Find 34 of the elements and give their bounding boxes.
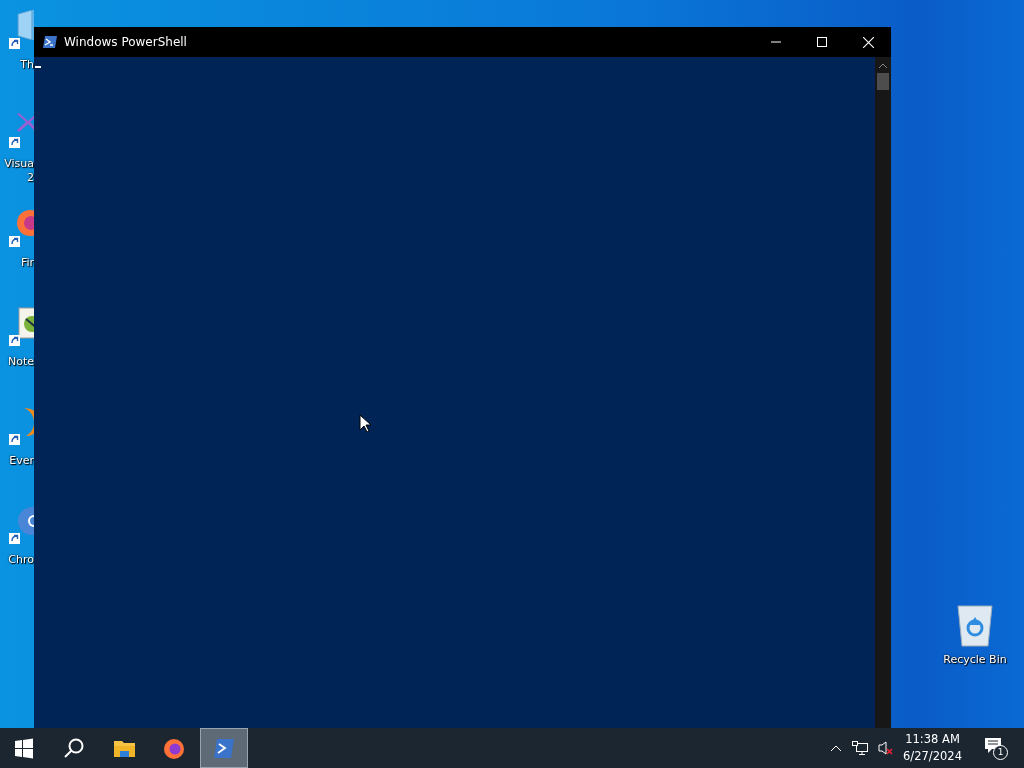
icon-label[interactable]: Chro — [8, 553, 34, 567]
shortcut-arrow-icon — [9, 38, 20, 49]
icon-label[interactable]: Visua 2 — [4, 157, 34, 185]
text-cursor — [35, 66, 41, 68]
notifications-button[interactable]: 1 — [984, 737, 1006, 759]
shortcut-arrow-icon — [9, 335, 20, 346]
powershell-icon — [213, 737, 235, 759]
muted-speaker-icon[interactable] — [878, 741, 894, 755]
shortcut-arrow-icon — [9, 434, 20, 445]
scroll-thumb[interactable] — [877, 73, 889, 90]
notepad-icon[interactable] — [16, 307, 34, 339]
icon-label[interactable]: Ever — [9, 454, 34, 468]
clock-date[interactable]: 6/27/2024 — [903, 748, 962, 765]
icon-label[interactable]: Fir — [20, 256, 34, 270]
window-title: Windows PowerShell — [64, 35, 188, 49]
shortcut-arrow-icon — [9, 137, 20, 148]
icon-label[interactable]: Note — [7, 355, 34, 369]
icon-label[interactable]: Th — [20, 58, 34, 72]
network-icon[interactable] — [852, 740, 869, 756]
scrollbar[interactable] — [875, 57, 891, 728]
close-icon — [862, 36, 874, 48]
windows-logo-icon — [13, 737, 35, 759]
maximize-icon — [817, 37, 827, 47]
clock-time[interactable]: 11:38 AM — [905, 731, 960, 748]
shortcut-arrow-icon — [9, 236, 20, 247]
mouse-pointer-icon — [359, 414, 371, 433]
scroll-up-icon[interactable] — [879, 63, 887, 68]
chevron-up-icon[interactable] — [830, 744, 843, 752]
search-icon — [63, 737, 85, 759]
shortcut-arrow-icon — [9, 533, 20, 544]
notification-count: 1 — [993, 745, 1008, 760]
recycle-bin-icon[interactable] — [955, 603, 995, 647]
icon-label[interactable]: Recycle Bin — [943, 653, 1007, 667]
powershell-icon — [42, 34, 58, 50]
